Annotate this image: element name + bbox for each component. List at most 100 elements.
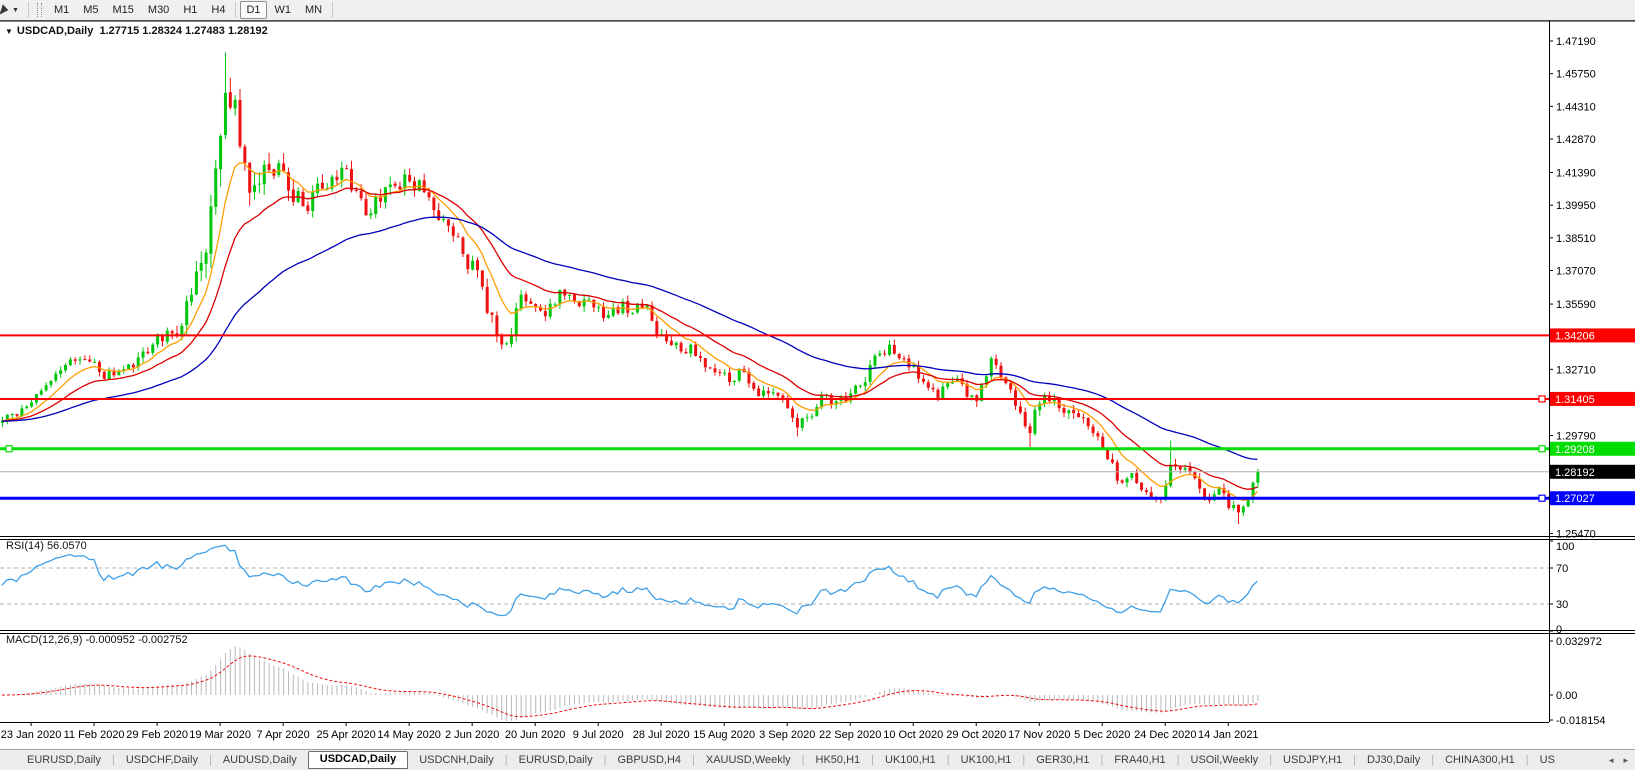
price-tag-text: 1.28192 [1555, 467, 1595, 479]
toolbar-separator [332, 2, 334, 18]
timeframe-button-h4[interactable]: H4 [205, 1, 231, 19]
chart-title: ▼ USDCAD,Daily 1.27715 1.28324 1.27483 1.… [5, 25, 268, 37]
macd-axis-tick: -0.018154 [1556, 715, 1606, 727]
symbol-label: USDCAD,Daily [16, 25, 94, 37]
line-handle [1538, 445, 1546, 453]
chevron-down-icon[interactable]: ▼ [12, 7, 19, 14]
tab-audusd-daily[interactable]: AUDUSD,Daily [212, 752, 308, 768]
ma-mid-line [1, 187, 1258, 490]
date-axis-label: 14 Jan 2021 [1198, 729, 1259, 741]
tab-xauusd-weekly[interactable]: XAUUSD,Weekly [695, 752, 802, 768]
date-axis-label: 11 Feb 2020 [64, 729, 125, 741]
price-axis-tick: 1.29790 [1556, 431, 1596, 443]
date-axis-label: 22 Sep 2020 [819, 729, 881, 741]
tab-scroll-left-icon[interactable]: ◂ [1604, 755, 1619, 766]
rsi-axis-tick: 30 [1556, 599, 1568, 611]
date-axis-label: 14 May 2020 [377, 729, 441, 741]
tab-scroll-right-icon[interactable]: ▸ [1618, 755, 1633, 766]
tab-hk50-h1[interactable]: HK50,H1 [805, 752, 872, 768]
price-axis-tick: 1.47190 [1556, 36, 1596, 48]
line-handle [1538, 494, 1546, 502]
date-axis-label: 19 Mar 2020 [189, 729, 251, 741]
tab-usoil-weekly[interactable]: USOil,Weekly [1180, 752, 1270, 768]
macd-axis-tick: 0.00 [1556, 690, 1577, 702]
tab-uk100-h1[interactable]: UK100,H1 [874, 752, 947, 768]
price-axis-tick: 1.38510 [1556, 233, 1596, 245]
tab-us[interactable]: US [1529, 752, 1566, 768]
tab-fra40-h1[interactable]: FRA40,H1 [1103, 752, 1176, 768]
date-axis-label: 7 Apr 2020 [257, 729, 310, 741]
cursor-tool-button[interactable]: ▼ [0, 0, 25, 20]
timeframe-button-m15[interactable]: M15 [107, 1, 140, 19]
timeframe-button-w1[interactable]: W1 [269, 1, 298, 19]
timeframe-button-m5[interactable]: M5 [77, 1, 104, 19]
tab-china300-h1[interactable]: CHINA300,H1 [1434, 752, 1526, 768]
date-axis-label: 29 Oct 2020 [946, 729, 1006, 741]
tab-eurusd-daily[interactable]: EURUSD,Daily [16, 752, 112, 768]
macd-axis-tick: 0.032972 [1556, 636, 1602, 648]
price-axis-tick: 1.45750 [1556, 69, 1596, 81]
toolbar-separator [27, 2, 29, 18]
price-axis-tick: 1.42870 [1556, 134, 1596, 146]
ma-slow-line [1, 216, 1258, 461]
date-axis-label: 28 Jul 2020 [633, 729, 690, 741]
price-tag-text: 1.34206 [1555, 330, 1595, 342]
date-axis-label: 17 Nov 2020 [1008, 729, 1070, 741]
price-axis-tick: 1.32710 [1556, 364, 1596, 376]
price-tag-text: 1.27027 [1555, 493, 1595, 505]
rsi-axis-tick: 100 [1556, 541, 1574, 553]
timeframe-button-mn[interactable]: MN [299, 1, 328, 19]
tab-usdcnh-daily[interactable]: USDCNH,Daily [408, 752, 505, 768]
price-axis-tick: 1.35590 [1556, 299, 1596, 311]
price-axis-tick: 1.37070 [1556, 265, 1596, 277]
rsi-axis-tick: 70 [1556, 563, 1568, 575]
timeframe-button-m30[interactable]: M30 [142, 1, 175, 19]
line-handle [1538, 395, 1546, 403]
price-axis-tick: 1.25470 [1556, 529, 1596, 541]
top-toolbar: ▼ M1 M5 M15 M30 H1 H4 D1 W1 MN [0, 0, 1635, 21]
date-axis-label: 9 Jul 2020 [573, 729, 624, 741]
date-axis-label: 10 Oct 2020 [883, 729, 943, 741]
rsi-value: 56.0570 [46, 540, 87, 552]
date-axis-label: 29 Feb 2020 [126, 729, 188, 741]
tab-usdcad-daily[interactable]: USDCAD,Daily [307, 751, 409, 769]
tab-usdchf-daily[interactable]: USDCHF,Daily [115, 752, 209, 768]
price-axis-tick: 1.44310 [1556, 101, 1596, 113]
timeframe-button-m1[interactable]: M1 [48, 1, 75, 19]
timeframe-button-d1[interactable]: D1 [240, 1, 267, 19]
symbol-tab-bar: EURUSD,Daily | USDCHF,Daily | AUDUSD,Daily US… [0, 749, 1635, 770]
tab-scroll-arrows: ◂ ▸ [1597, 750, 1633, 770]
candlestick-plot[interactable] [1, 52, 1260, 524]
price-tag-text: 1.29208 [1555, 444, 1595, 456]
date-axis-label: 25 Apr 2020 [316, 729, 375, 741]
rsi-indicator-label: RSI(14) 56.0570 [6, 540, 87, 552]
tab-ger30-h1[interactable]: GER30,H1 [1025, 752, 1100, 768]
macd-signal-line [1, 655, 1258, 718]
date-axis-label: 24 Dec 2020 [1134, 729, 1196, 741]
tab-eurusd-daily[interactable]: EURUSD,Daily [508, 752, 604, 768]
tab-dj30-daily[interactable]: DJ30,Daily [1356, 752, 1431, 768]
rsi-axis-tick: 0 [1556, 624, 1562, 636]
price-axis-tick: 1.41390 [1556, 168, 1596, 180]
date-axis-label: 5 Dec 2020 [1074, 729, 1130, 741]
line-handle [5, 445, 13, 453]
macd-signal-value: -0.002752 [138, 634, 188, 646]
quote-high: 1.28324 [142, 25, 183, 37]
cursor-tool-icon [0, 3, 10, 17]
date-axis-label: 20 Jun 2020 [505, 729, 566, 741]
timeframe-button-h1[interactable]: H1 [177, 1, 203, 19]
quote-low: 1.27483 [185, 25, 225, 37]
macd-indicator-label: MACD(12,26,9) -0.000952 -0.002752 [6, 634, 188, 646]
tab-usdjpy-h1[interactable]: USDJPY,H1 [1272, 752, 1353, 768]
chart-window: 1.47190 1.45750 1.44310 1.42870 1.41390 1.399… [0, 20, 1635, 749]
date-axis-label: 15 Aug 2020 [693, 729, 755, 741]
toolbar-grip-handle[interactable] [36, 3, 42, 17]
toolbar-separator [235, 2, 237, 18]
quote-open: 1.27715 [99, 25, 140, 37]
symbol-dropdown-icon[interactable]: ▼ [5, 27, 13, 36]
tab-gbpusd-h4[interactable]: GBPUSD,H4 [606, 752, 692, 768]
tab-uk100-h1[interactable]: UK100,H1 [950, 752, 1023, 768]
rsi-line [1, 544, 1258, 617]
date-axis-label: 23 Jan 2020 [1, 729, 62, 741]
chart-canvas[interactable]: 1.47190 1.45750 1.44310 1.42870 1.41390 1.399… [0, 20, 1635, 749]
